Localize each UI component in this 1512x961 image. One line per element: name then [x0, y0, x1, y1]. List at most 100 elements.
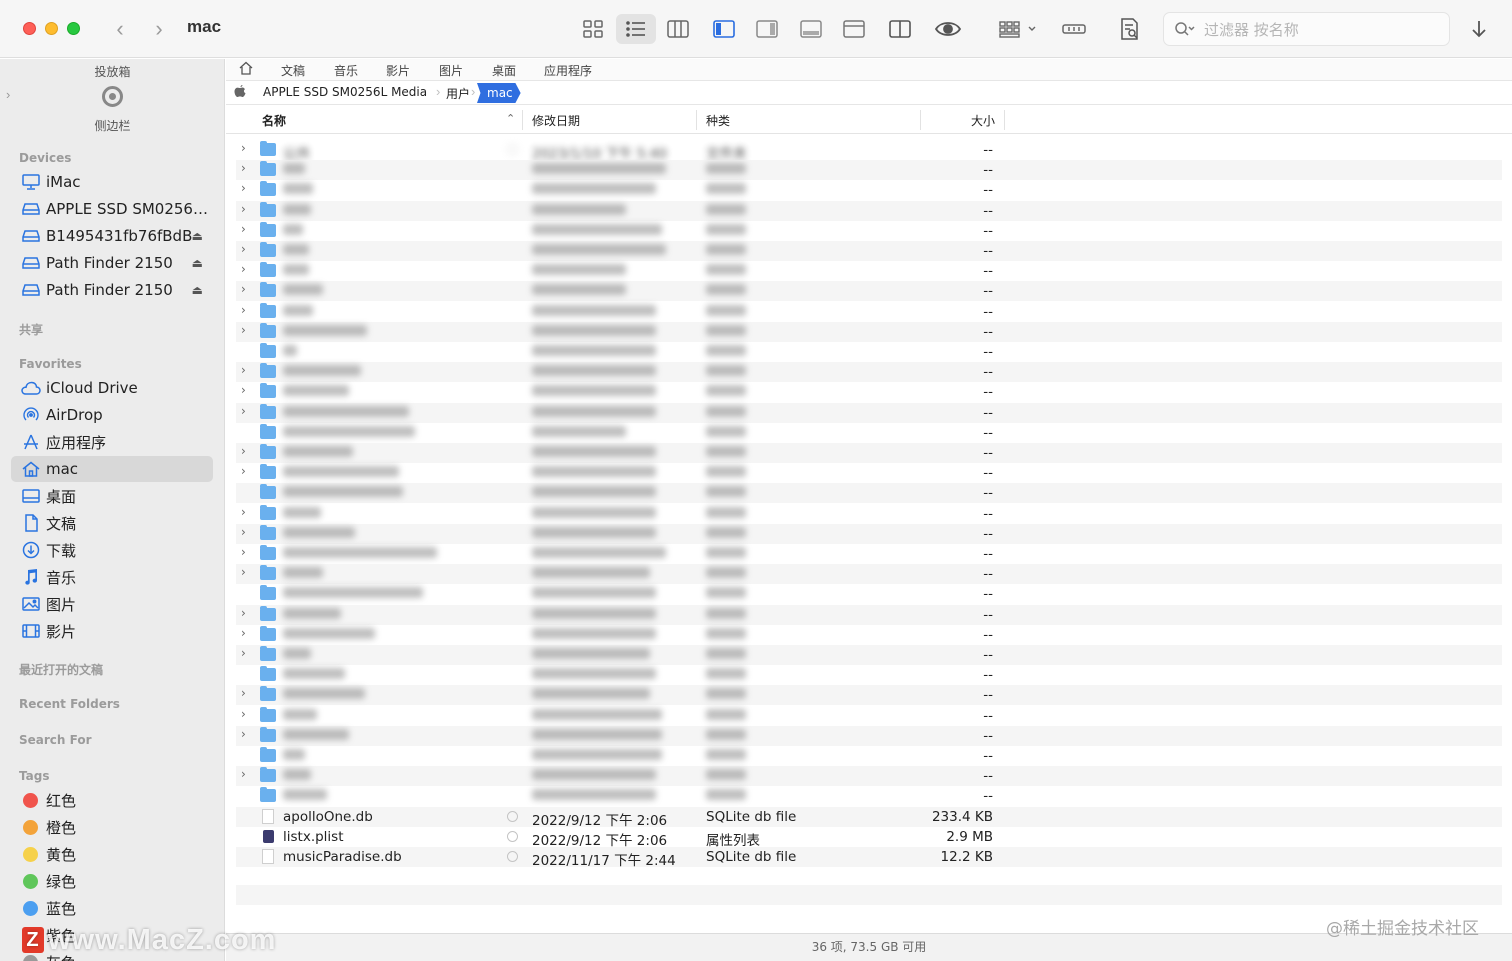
folder-row[interactable]: › -- [236, 443, 1502, 463]
breadcrumb-current[interactable]: mac [477, 83, 521, 103]
dual-pane-icon[interactable] [886, 14, 914, 44]
sidebar-favorite-1[interactable]: AirDrop [11, 402, 213, 428]
info-circle-icon[interactable] [507, 830, 518, 842]
folder-row[interactable]: › -- [236, 200, 1502, 221]
disclosure-chevron-icon[interactable]: › [241, 545, 246, 559]
forward-button[interactable]: › [147, 15, 171, 43]
sidebar-tag-1[interactable]: 橙色 [11, 814, 213, 840]
eject-icon[interactable]: ⏏ [192, 256, 203, 270]
folder-row[interactable]: › -- [236, 241, 1502, 261]
disclosure-chevron-icon[interactable]: › [241, 505, 246, 519]
favbar-item[interactable]: 应用程序 [544, 62, 592, 79]
folder-row[interactable]: -- [236, 584, 1502, 604]
file-row[interactable]: listx.plist 2022/9/12 下午 2:06 属性列表 2.9 MB [236, 827, 1502, 849]
sidebar-favorite-0[interactable]: iCloud Drive [11, 375, 213, 401]
file-row[interactable]: musicParadise.db 2022/11/17 下午 2:44 SQLite… [236, 847, 1502, 869]
top-shelf-icon[interactable] [840, 14, 868, 44]
path-bar-icon[interactable] [1060, 14, 1088, 44]
breadcrumb-users[interactable]: 用户 [446, 85, 470, 102]
sidebar-device-2[interactable]: B1495431fb76fBdB ⏏ [11, 223, 213, 249]
column-divider[interactable] [1004, 110, 1005, 130]
column-divider[interactable] [696, 110, 697, 130]
sidebar-favorite-2[interactable]: 应用程序 [11, 429, 213, 455]
column-divider[interactable] [522, 110, 523, 130]
inspector-toggle-icon[interactable] [753, 14, 781, 44]
disclosure-chevron-icon[interactable]: › [241, 181, 246, 195]
disclosure-chevron-icon[interactable]: › [241, 141, 246, 155]
eject-icon[interactable]: ⏏ [192, 229, 203, 243]
folder-row[interactable]: › -- [236, 402, 1502, 423]
folder-row[interactable]: › -- [236, 625, 1502, 645]
quick-look-eye-icon[interactable] [932, 14, 964, 44]
sidebar-device-0[interactable]: iMac [11, 169, 213, 195]
folder-row[interactable]: -- [236, 665, 1502, 685]
home-icon[interactable] [239, 61, 253, 78]
sidebar-device-1[interactable]: APPLE SSD SM0256L... [11, 196, 213, 222]
sidebar-expand-chevron-icon[interactable]: › [6, 87, 10, 102]
favbar-item[interactable]: 音乐 [334, 62, 358, 79]
folder-row[interactable]: › -- [236, 382, 1502, 402]
favbar-item[interactable]: 图片 [439, 62, 463, 79]
folder-row[interactable]: › 公共 2023/1/10 下午 5:40 文件夹 -- [236, 140, 1502, 162]
favbar-item[interactable]: 文稿 [281, 62, 305, 79]
sidebar-toggle-icon[interactable] [710, 14, 738, 44]
sidebar-favorite-3[interactable]: mac [11, 456, 213, 482]
sidebar-favorite-7[interactable]: 音乐 [11, 564, 213, 590]
get-info-icon[interactable] [1116, 14, 1142, 44]
sidebar-favorite-9[interactable]: 影片 [11, 618, 213, 644]
disclosure-chevron-icon[interactable]: › [241, 606, 246, 620]
info-circle-icon[interactable] [507, 810, 518, 822]
disclosure-chevron-icon[interactable]: › [241, 202, 246, 216]
disclosure-chevron-icon[interactable]: › [241, 383, 246, 397]
disclosure-chevron-icon[interactable]: › [241, 525, 246, 539]
folder-row[interactable]: › -- [236, 362, 1502, 383]
info-circle-icon[interactable] [507, 851, 518, 862]
bottom-shelf-icon[interactable] [797, 14, 825, 44]
disclosure-chevron-icon[interactable]: › [241, 404, 246, 418]
column-header-date[interactable]: 修改日期 [532, 112, 580, 129]
column-header-size[interactable]: 大小 [971, 112, 995, 129]
sidebar-tag-3[interactable]: 绿色 [11, 868, 213, 894]
disclosure-chevron-icon[interactable]: › [241, 161, 246, 175]
sidebar-device-3[interactable]: Path Finder 2150 ⏏ [11, 250, 213, 276]
icon-view-icon[interactable] [579, 14, 607, 44]
disclosure-chevron-icon[interactable]: › [241, 686, 246, 700]
folder-row[interactable]: › -- [236, 302, 1502, 322]
disclosure-chevron-icon[interactable]: › [241, 262, 246, 276]
column-header-name[interactable]: 名称 [262, 112, 286, 129]
disclosure-chevron-icon[interactable]: › [241, 323, 246, 337]
folder-row[interactable]: -- [236, 746, 1502, 766]
file-row[interactable]: apolloOne.db 2022/9/12 下午 2:06 SQLite db f… [236, 806, 1502, 829]
disclosure-chevron-icon[interactable]: › [241, 767, 246, 781]
column-header-kind[interactable]: 种类 [706, 112, 730, 129]
disclosure-chevron-icon[interactable]: › [241, 464, 246, 478]
dropbox-target-icon[interactable] [102, 86, 123, 107]
sidebar-tag-4[interactable]: 蓝色 [11, 895, 213, 921]
folder-row[interactable]: › -- [236, 261, 1502, 281]
folder-row[interactable]: › -- [236, 564, 1502, 585]
disclosure-chevron-icon[interactable]: › [241, 444, 246, 458]
close-window-button[interactable] [23, 22, 36, 35]
maximize-window-button[interactable] [67, 22, 80, 35]
back-button[interactable]: ‹ [108, 15, 132, 43]
column-view-icon[interactable] [664, 14, 692, 44]
favbar-item[interactable]: 桌面 [492, 62, 516, 79]
folder-row[interactable]: › -- [236, 160, 1502, 181]
folder-row[interactable]: › -- [236, 321, 1502, 342]
folder-row[interactable]: › -- [236, 645, 1502, 665]
eject-icon[interactable]: ⏏ [192, 283, 203, 297]
folder-row[interactable]: › -- [236, 544, 1502, 564]
filter-input[interactable] [1204, 19, 1434, 41]
disclosure-chevron-icon[interactable]: › [241, 222, 246, 236]
folder-row[interactable]: › -- [236, 281, 1502, 302]
disclosure-chevron-icon[interactable]: › [241, 242, 246, 256]
folder-row[interactable]: › -- [236, 463, 1502, 483]
breadcrumb-drive[interactable]: APPLE SSD SM0256L Media [263, 85, 427, 99]
download-arrow-icon[interactable] [1466, 14, 1492, 44]
folder-row[interactable]: -- [236, 786, 1502, 806]
folder-row[interactable]: › -- [236, 725, 1502, 746]
folder-row[interactable]: › -- [236, 766, 1502, 787]
folder-row[interactable]: -- [236, 342, 1502, 362]
folder-row[interactable]: › -- [236, 685, 1502, 706]
folder-row[interactable]: › -- [236, 523, 1502, 544]
